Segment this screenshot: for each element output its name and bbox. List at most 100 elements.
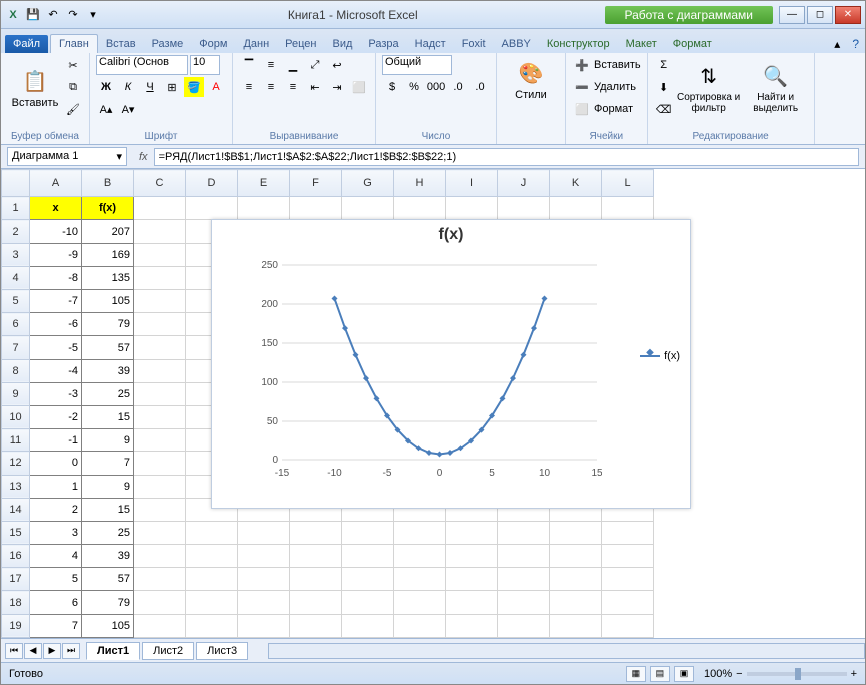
col-header[interactable]: E bbox=[238, 170, 290, 197]
cell[interactable]: x bbox=[30, 197, 82, 220]
help-icon[interactable]: ? bbox=[846, 35, 865, 53]
zoom-in-button[interactable]: + bbox=[851, 668, 857, 680]
cell[interactable]: 3 bbox=[30, 521, 82, 544]
cell[interactable]: 2 bbox=[30, 498, 82, 521]
insert-cells-button[interactable]: Вставить bbox=[594, 59, 641, 71]
cell[interactable]: 6 bbox=[30, 591, 82, 614]
currency-button[interactable]: $ bbox=[382, 77, 402, 97]
cell[interactable]: 5 bbox=[30, 568, 82, 591]
cell[interactable]: 105 bbox=[82, 290, 134, 313]
cell[interactable] bbox=[238, 197, 290, 220]
cell[interactable] bbox=[602, 521, 654, 544]
cell[interactable]: 25 bbox=[82, 521, 134, 544]
cell[interactable] bbox=[394, 568, 446, 591]
autosum-icon[interactable]: Σ bbox=[654, 55, 674, 75]
cell[interactable] bbox=[134, 591, 186, 614]
cell[interactable] bbox=[186, 568, 238, 591]
cell[interactable]: -4 bbox=[30, 359, 82, 382]
tab-chart-format[interactable]: Формат bbox=[665, 35, 720, 53]
tab-insert[interactable]: Встав bbox=[98, 35, 144, 53]
row-header[interactable]: 7 bbox=[2, 336, 30, 359]
col-header[interactable]: I bbox=[446, 170, 498, 197]
fill-icon[interactable]: ⬇ bbox=[654, 77, 674, 97]
cell[interactable]: -5 bbox=[30, 336, 82, 359]
row-header[interactable]: 4 bbox=[2, 266, 30, 289]
cell[interactable]: 39 bbox=[82, 545, 134, 568]
cut-icon[interactable]: ✂ bbox=[63, 55, 83, 75]
cell[interactable]: 9 bbox=[82, 475, 134, 498]
cell[interactable] bbox=[550, 614, 602, 637]
clear-icon[interactable]: ⌫ bbox=[654, 99, 674, 119]
row-header[interactable]: 2 bbox=[2, 220, 30, 243]
maximize-button[interactable]: ◻ bbox=[807, 6, 833, 24]
tab-chart-layout[interactable]: Макет bbox=[618, 35, 665, 53]
cell[interactable] bbox=[602, 568, 654, 591]
cell[interactable] bbox=[290, 197, 342, 220]
cell[interactable]: -9 bbox=[30, 243, 82, 266]
cell[interactable] bbox=[342, 521, 394, 544]
cell[interactable]: -7 bbox=[30, 290, 82, 313]
cell[interactable]: 7 bbox=[82, 452, 134, 475]
col-header[interactable]: D bbox=[186, 170, 238, 197]
cell[interactable] bbox=[186, 591, 238, 614]
cell[interactable] bbox=[446, 591, 498, 614]
delete-cells-button[interactable]: Удалить bbox=[594, 81, 636, 93]
align-center-button[interactable]: ≡ bbox=[261, 77, 281, 97]
tab-developer[interactable]: Разра bbox=[360, 35, 406, 53]
cell[interactable]: 25 bbox=[82, 382, 134, 405]
undo-icon[interactable]: ↶ bbox=[45, 7, 61, 23]
name-box[interactable]: Диаграмма 1▾ bbox=[7, 147, 127, 166]
cell[interactable] bbox=[290, 568, 342, 591]
cell[interactable] bbox=[550, 197, 602, 220]
cell[interactable] bbox=[446, 197, 498, 220]
cell[interactable]: 4 bbox=[30, 545, 82, 568]
format-cells-button[interactable]: Формат bbox=[594, 103, 633, 115]
align-middle-button[interactable]: ≡ bbox=[261, 55, 281, 75]
col-header[interactable]: B bbox=[82, 170, 134, 197]
cell[interactable]: -6 bbox=[30, 313, 82, 336]
row-header[interactable]: 5 bbox=[2, 290, 30, 313]
row-header[interactable]: 11 bbox=[2, 429, 30, 452]
merge-button[interactable]: ⬜ bbox=[349, 77, 369, 97]
row-header[interactable]: 12 bbox=[2, 452, 30, 475]
cell[interactable] bbox=[134, 313, 186, 336]
paste-button[interactable]: 📋 Вставить bbox=[7, 55, 63, 119]
cell[interactable] bbox=[134, 266, 186, 289]
cell[interactable] bbox=[446, 568, 498, 591]
cell[interactable] bbox=[602, 614, 654, 637]
row-header[interactable]: 16 bbox=[2, 545, 30, 568]
decrease-font-button[interactable]: A▾ bbox=[118, 99, 138, 119]
minimize-button[interactable]: — bbox=[779, 6, 805, 24]
cell[interactable] bbox=[134, 382, 186, 405]
tab-foxit[interactable]: Foxit bbox=[454, 35, 494, 53]
cell[interactable]: 57 bbox=[82, 568, 134, 591]
number-format-combo[interactable]: Общий bbox=[382, 55, 452, 75]
fx-button[interactable]: fx bbox=[133, 151, 154, 163]
cell[interactable] bbox=[134, 475, 186, 498]
cell[interactable] bbox=[342, 197, 394, 220]
font-size-combo[interactable]: 10 bbox=[190, 55, 220, 75]
cell[interactable] bbox=[394, 521, 446, 544]
cell[interactable] bbox=[602, 591, 654, 614]
copy-icon[interactable]: ⧉ bbox=[63, 77, 83, 97]
cell[interactable]: 79 bbox=[82, 313, 134, 336]
bold-button[interactable]: Ж bbox=[96, 77, 116, 97]
zoom-level[interactable]: 100% bbox=[704, 668, 732, 680]
cell[interactable]: 0 bbox=[30, 452, 82, 475]
border-button[interactable]: ⊞ bbox=[162, 77, 182, 97]
find-select-button[interactable]: 🔍 Найти и выделить bbox=[744, 55, 808, 119]
close-button[interactable]: ✕ bbox=[835, 6, 861, 24]
worksheet-area[interactable]: ABCDEFGHIJKL1xf(x)2-102073-91694-81355-7… bbox=[1, 169, 865, 638]
row-header[interactable]: 14 bbox=[2, 498, 30, 521]
tab-addins[interactable]: Надст bbox=[407, 35, 454, 53]
cell[interactable] bbox=[498, 614, 550, 637]
cell[interactable]: 15 bbox=[82, 498, 134, 521]
chevron-down-icon[interactable]: ▾ bbox=[116, 150, 122, 163]
cell[interactable] bbox=[498, 545, 550, 568]
cell[interactable] bbox=[550, 521, 602, 544]
col-header[interactable]: A bbox=[30, 170, 82, 197]
cell[interactable]: -10 bbox=[30, 220, 82, 243]
cell[interactable] bbox=[186, 197, 238, 220]
cell[interactable]: -2 bbox=[30, 405, 82, 428]
cell[interactable] bbox=[134, 359, 186, 382]
